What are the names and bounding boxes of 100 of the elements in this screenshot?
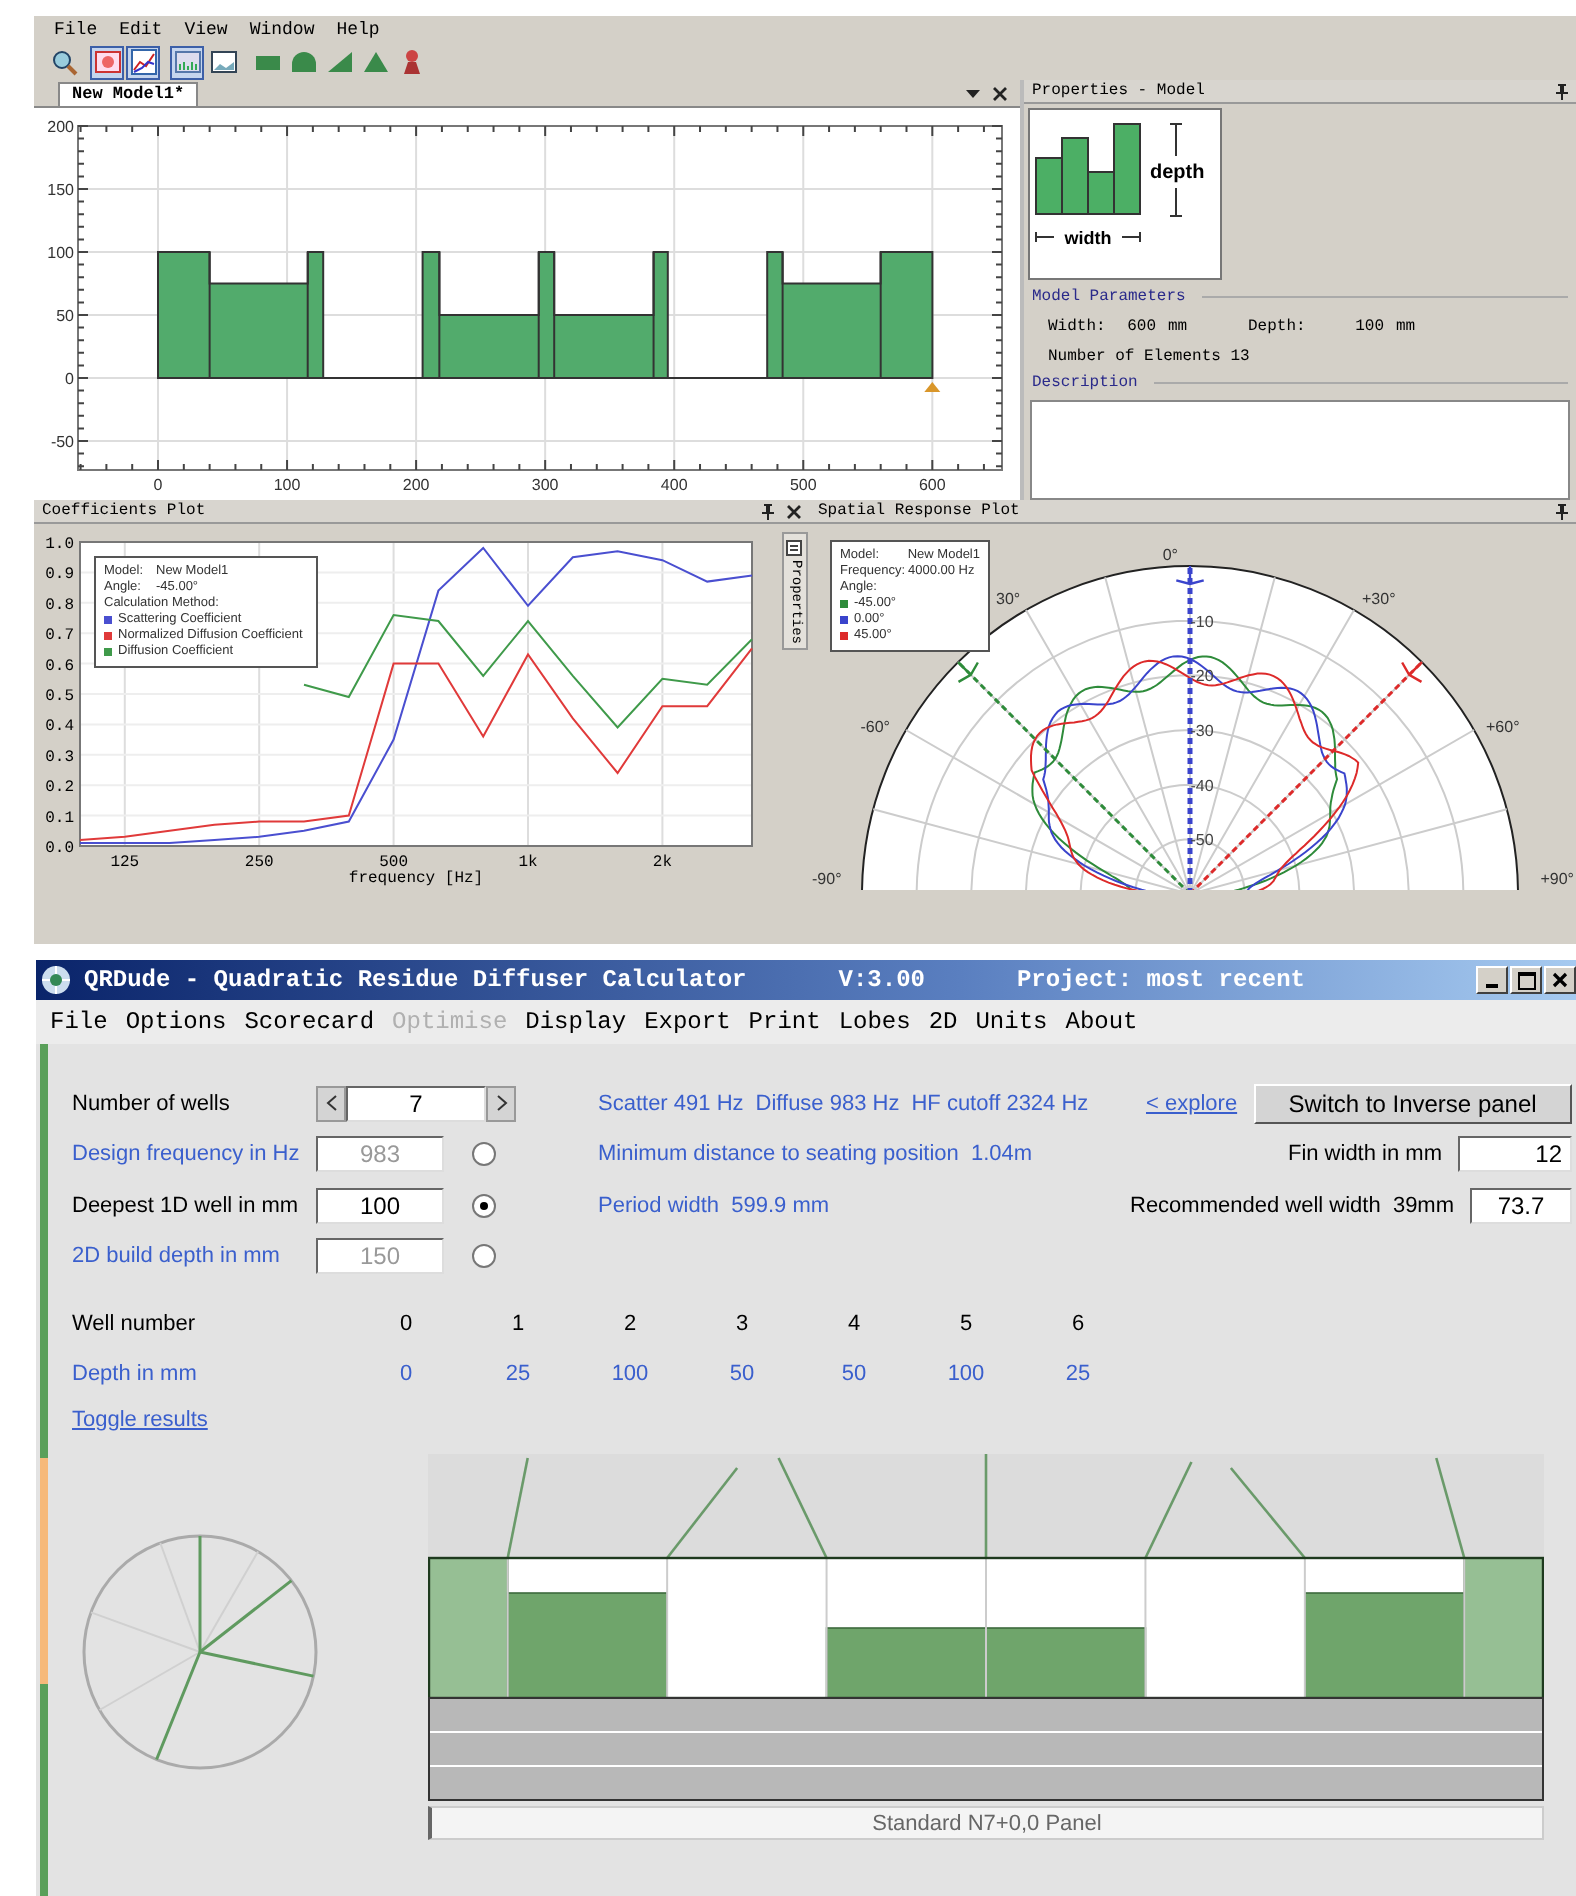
menu-item[interactable]: Print [748, 1008, 821, 1036]
radio-button[interactable] [472, 1142, 496, 1167]
menu-item[interactable]: View [184, 20, 228, 40]
axis-tick-label: 250 [244, 854, 274, 872]
panel-title: Coefficients Plot [42, 502, 206, 520]
description-field[interactable] [1030, 400, 1570, 500]
axis-tick-label: 50 [56, 306, 74, 325]
axis-tick-label: 500 [379, 854, 408, 872]
maximize-button[interactable] [1510, 966, 1542, 994]
well-depth: 100 [609, 1361, 651, 1385]
axis-tick-label: 600 [918, 475, 946, 494]
dimension-label: depth [1150, 162, 1205, 184]
menu-item[interactable]: Lobes [838, 1008, 911, 1036]
axis-tick-label: 200 [47, 117, 74, 136]
close-button[interactable] [1544, 966, 1576, 994]
angle-label: 0° [1162, 546, 1178, 564]
menu-item[interactable]: Window [249, 20, 315, 40]
ring-label: -30 [1190, 722, 1214, 740]
axis-tick-label: 200 [402, 475, 430, 494]
document-tab[interactable]: New Model1* [58, 81, 199, 106]
menu-item[interactable]: Display [525, 1008, 627, 1036]
axis-tick-label: 125 [110, 854, 140, 872]
pin-icon[interactable] [1556, 83, 1568, 99]
field-label: Number of wells [72, 1091, 232, 1116]
axis-title: frequency [Hz] [348, 870, 484, 888]
axis-tick-label: 0.3 [45, 748, 74, 767]
menu-item[interactable]: Help [336, 20, 380, 40]
search-icon [49, 48, 77, 76]
pin-icon[interactable] [762, 503, 774, 519]
panel-title: Spatial Response Plot [818, 502, 1020, 520]
menu-item[interactable]: About [1065, 1008, 1138, 1036]
close-icon[interactable] [786, 503, 802, 519]
well-width-field[interactable]: 73.7 [1470, 1187, 1572, 1224]
input-field[interactable]: 100 [316, 1187, 444, 1224]
parameter-value: 600 [1125, 318, 1156, 336]
wells-field[interactable]: 7 [346, 1085, 486, 1122]
toolbar-button[interactable] [126, 45, 160, 79]
wedge-icon [325, 48, 353, 76]
radio-button[interactable] [472, 1244, 496, 1269]
toolbar-button[interactable] [90, 45, 124, 79]
well-depth: 25 [1063, 1361, 1093, 1385]
menu-item[interactable]: Edit [119, 20, 163, 40]
dropdown-caret-icon[interactable] [966, 89, 980, 98]
row-label: Well number [72, 1311, 198, 1335]
menu-item[interactable]: Units [975, 1008, 1048, 1036]
field-label: Deepest 1D well in mm [72, 1193, 301, 1218]
axis-tick-label: 100 [47, 243, 74, 262]
panel-caption: Standard N7+0,0 Panel [428, 1806, 1544, 1840]
image-icon [209, 48, 237, 76]
parameter-value: 100 [1353, 318, 1384, 336]
maximize-icon [1517, 971, 1535, 989]
toolbar-button[interactable] [170, 45, 204, 79]
dimension-line [1035, 231, 1141, 243]
menu-item[interactable]: File [50, 1008, 108, 1036]
close-icon [1552, 972, 1568, 988]
section-heading: Model Parameters [1032, 288, 1186, 306]
axis-tick-label: 0 [153, 475, 163, 494]
toggle-results-link[interactable]: Toggle results [72, 1408, 208, 1432]
menu-item[interactable]: Export [644, 1008, 731, 1036]
fin-width-field[interactable]: 12 [1458, 1136, 1572, 1173]
axis-tick-label: 1k [518, 854, 538, 872]
increment-button[interactable] [486, 1085, 516, 1122]
properties-icon [786, 538, 804, 556]
angle-label: -60° [860, 718, 890, 736]
menu-item[interactable]: Options [125, 1008, 227, 1036]
project-label: Project: most recent [1016, 966, 1306, 994]
line-chart-icon [129, 48, 157, 76]
frame-icon [93, 48, 121, 76]
well-number: 4 [845, 1311, 863, 1335]
ring-label: -10 [1190, 612, 1214, 631]
well-number: 5 [957, 1311, 975, 1335]
well-number: 0 [397, 1311, 415, 1335]
close-icon[interactable] [992, 85, 1008, 102]
decrement-button[interactable] [316, 1085, 346, 1122]
menu-item[interactable]: Scorecard [244, 1008, 375, 1036]
angle-label: +60° [1486, 718, 1520, 736]
well-depth: 100 [945, 1361, 987, 1385]
toolbar-button[interactable] [206, 45, 240, 79]
inverse-panel-button[interactable]: Switch to Inverse panel [1253, 1083, 1572, 1124]
chevron-right-icon [495, 1094, 507, 1113]
window-title: QRDude - Quadratic Residue Diffuser Calculator [84, 966, 747, 994]
menu-item[interactable]: 2D [928, 1008, 958, 1036]
result-text: Diffuse 983 Hz [755, 1091, 900, 1116]
bars-drawing [1035, 123, 1141, 215]
minimize-button[interactable] [1476, 966, 1508, 994]
pin-icon[interactable] [1556, 503, 1568, 519]
angle-label: +30° [1362, 590, 1396, 608]
triangle-marker-icon[interactable] [924, 381, 941, 392]
version-label: V:3.00 [838, 966, 925, 994]
ring-label: -50 [1190, 831, 1214, 850]
explore-link[interactable]: < explore [1146, 1091, 1238, 1116]
axis-tick-label: 300 [531, 475, 559, 494]
menu-item[interactable]: File [54, 20, 98, 40]
disc-icon [40, 964, 72, 996]
radio-button[interactable] [472, 1193, 496, 1218]
well-number: 6 [1069, 1311, 1087, 1335]
ring-label: -20 [1190, 667, 1214, 686]
peak-icon [361, 48, 389, 76]
axis-tick-label: 0.2 [45, 779, 74, 798]
well-depth: 50 [839, 1361, 869, 1385]
